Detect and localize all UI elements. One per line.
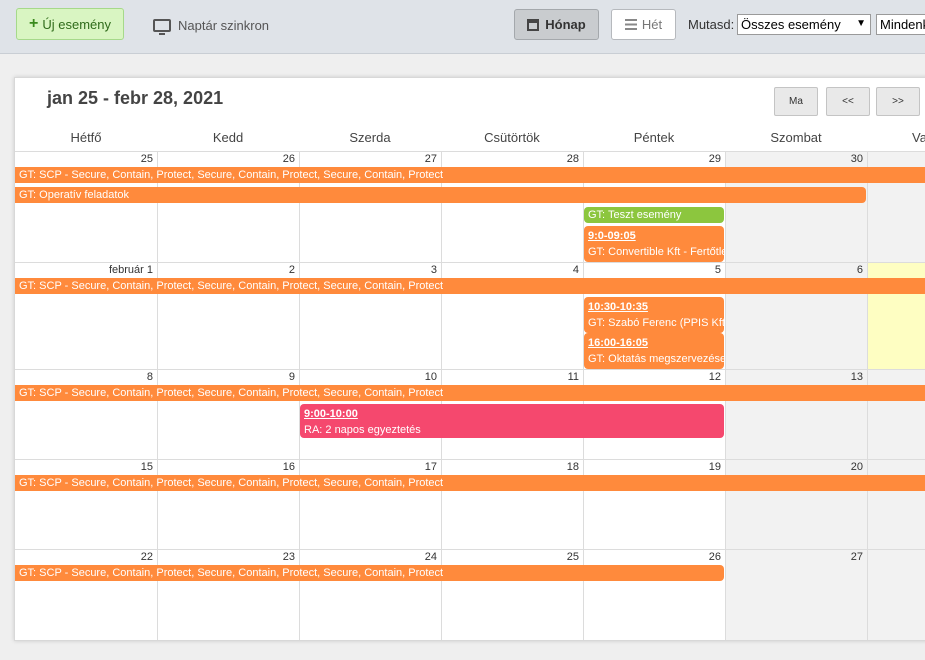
event-scp[interactable]: GT: SCP - Secure, Contain, Protect, Secu… xyxy=(15,565,724,581)
day-number[interactable]: 27 xyxy=(727,551,863,563)
day-number[interactable]: 18 xyxy=(443,461,579,473)
today-button[interactable]: Ma xyxy=(774,87,818,116)
calendar-sync-label: Naptár szinkron xyxy=(178,17,270,33)
day-number[interactable]: 15 xyxy=(17,461,153,473)
day-number[interactable]: 17 xyxy=(301,461,437,473)
day-number[interactable]: 23 xyxy=(159,551,295,563)
day-number[interactable]: 16 xyxy=(159,461,295,473)
day-number[interactable]: 19 xyxy=(585,461,721,473)
day-number[interactable]: 30 xyxy=(727,153,863,165)
event-scp[interactable]: GT: SCP - Secure, Contain, Protect, Secu… xyxy=(15,167,925,183)
event-filter-select[interactable]: Összes esemény ▼ xyxy=(737,14,871,35)
day-number[interactable]: 26 xyxy=(585,551,721,563)
show-filter-label: Mutasd: xyxy=(688,17,735,32)
calendar-icon xyxy=(527,18,540,31)
event-teszt-esemeny[interactable]: GT: Teszt esemény xyxy=(584,207,724,223)
event-time: 10:30-10:35 xyxy=(588,301,648,313)
day-number[interactable]: 5 xyxy=(585,264,721,276)
new-event-label: Új esemény xyxy=(42,16,111,32)
event-oktatas[interactable]: 16:00-16:05 GT: Oktatás megszervezése xyxy=(584,333,724,369)
grid-line xyxy=(15,459,925,460)
grid-line xyxy=(15,262,925,263)
event-title: RA: 2 napos egyeztetés xyxy=(304,424,421,436)
event-time: 16:00-16:05 xyxy=(588,337,648,349)
event-filter-value: Összes esemény xyxy=(741,17,841,32)
day-number[interactable]: 25 xyxy=(443,551,579,563)
day-number[interactable]: 9 xyxy=(159,371,295,383)
day-number[interactable]: 4 xyxy=(443,264,579,276)
day-number[interactable]: 3 xyxy=(301,264,437,276)
grid-line xyxy=(15,369,925,370)
event-2-napos-egyeztetes[interactable]: 9:00-10:00 RA: 2 napos egyeztetés xyxy=(300,404,724,438)
owner-filter-value: Mindenki xyxy=(880,17,925,32)
weekday-header-tuesday: Kedd xyxy=(212,130,244,145)
toolbar: + Új esemény Naptár szinkron Hónap Hét M… xyxy=(0,0,925,54)
weekday-header-monday: Hétfő xyxy=(70,130,102,145)
day-number[interactable]: 22 xyxy=(17,551,153,563)
event-title: GT: Szabó Ferenc (PPIS Kft.) - egyezteté… xyxy=(588,317,724,329)
week-view-button[interactable]: Hét xyxy=(611,9,676,40)
list-icon xyxy=(624,19,637,30)
event-title: GT: Convertible Kft - Fertőtlenítés xyxy=(588,246,724,258)
day-number[interactable]: 2 xyxy=(159,264,295,276)
day-number[interactable]: 8 xyxy=(17,371,153,383)
week-view-label: Hét xyxy=(641,17,663,32)
monitor-sync-icon xyxy=(153,18,171,35)
weekday-header-thursday: Csütörtök xyxy=(484,130,540,145)
grid-line xyxy=(15,549,925,550)
day-number[interactable]: 28 xyxy=(443,153,579,165)
day-number[interactable]: 11 xyxy=(443,371,579,383)
day-number[interactable]: 26 xyxy=(159,153,295,165)
day-number[interactable]: 6 xyxy=(727,264,863,276)
weekday-header-wednesday: Szerda xyxy=(349,130,391,145)
event-scp[interactable]: GT: SCP - Secure, Contain, Protect, Secu… xyxy=(15,475,925,491)
event-operativ-feladatok[interactable]: GT: Operatív feladatok xyxy=(15,187,866,203)
event-szabo-ferenc[interactable]: 10:30-10:35 GT: Szabó Ferenc (PPIS Kft.)… xyxy=(584,297,724,333)
event-scp[interactable]: GT: SCP - Secure, Contain, Protect, Secu… xyxy=(15,278,925,294)
event-title: GT: Oktatás megszervezése xyxy=(588,353,724,365)
date-range-title: jan 25 - febr 28, 2021 xyxy=(47,88,224,108)
day-number[interactable]: 27 xyxy=(301,153,437,165)
weekday-header-friday: Péntek xyxy=(633,130,675,145)
next-month-button[interactable]: >> xyxy=(876,87,920,116)
plus-icon: + xyxy=(29,15,39,32)
owner-filter-select[interactable]: Mindenki xyxy=(876,14,925,35)
day-number[interactable]: 13 xyxy=(727,371,863,383)
prev-month-button[interactable]: << xyxy=(826,87,870,116)
month-view-button[interactable]: Hónap xyxy=(514,9,599,40)
day-number[interactable]: 20 xyxy=(727,461,863,473)
calendar-sync-button[interactable]: Naptár szinkron xyxy=(153,12,269,38)
weekday-header-saturday: Szombat xyxy=(770,130,822,145)
event-scp[interactable]: GT: SCP - Secure, Contain, Protect, Secu… xyxy=(15,385,925,401)
day-number[interactable]: 29 xyxy=(585,153,721,165)
event-time: 9:00-10:00 xyxy=(304,408,358,420)
event-time: 9:0-09:05 xyxy=(588,230,636,242)
day-number[interactable]: 24 xyxy=(301,551,437,563)
day-number[interactable]: 12 xyxy=(585,371,721,383)
day-number[interactable]: 25 xyxy=(17,153,153,165)
dropdown-arrow-icon: ▼ xyxy=(856,18,866,29)
new-event-button[interactable]: + Új esemény xyxy=(16,8,124,40)
day-number[interactable]: február 1 xyxy=(17,264,153,276)
grid-line xyxy=(15,151,925,152)
day-number[interactable]: 10 xyxy=(301,371,437,383)
month-view-label: Hónap xyxy=(545,17,586,32)
weekday-header-sunday: Vasárnap xyxy=(912,130,925,145)
month-calendar: jan 25 - febr 28, 2021 Ma << >> Hétfő Ke… xyxy=(14,77,925,641)
event-convertible[interactable]: 9:0-09:05 GT: Convertible Kft - Fertőtle… xyxy=(584,226,724,262)
